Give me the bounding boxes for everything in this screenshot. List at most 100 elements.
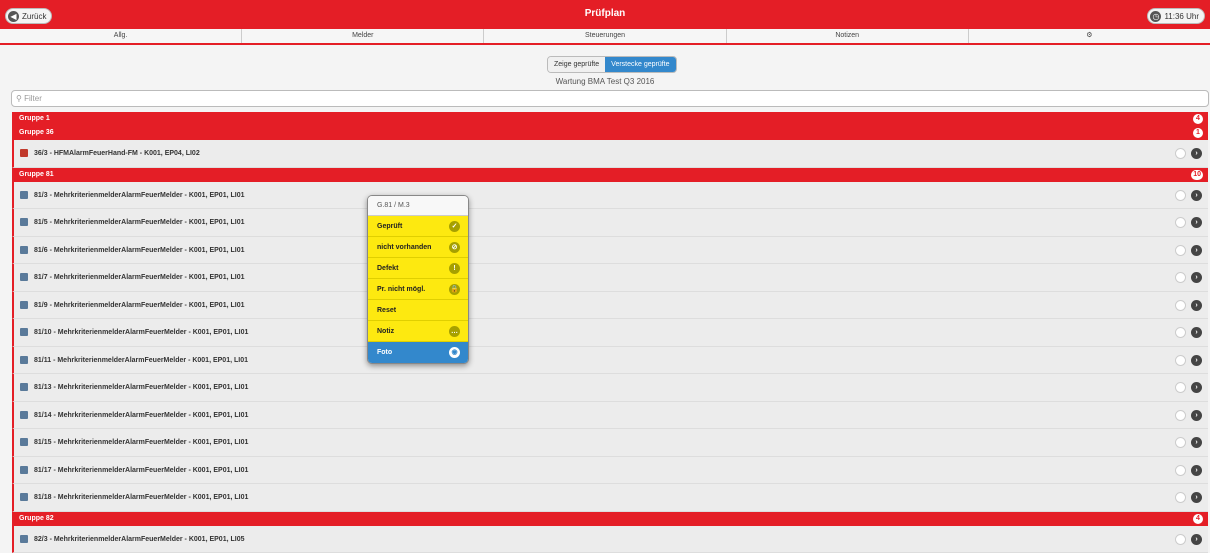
status-radio[interactable] [1175, 533, 1186, 545]
detector-icon [20, 328, 28, 336]
filter-placeholder: Filter [24, 94, 42, 103]
tab-melder[interactable]: Melder [242, 29, 485, 43]
list-item[interactable]: 81/7 - MehrkriterienmelderAlarmFeuerMeld… [12, 264, 1208, 292]
group-count-badge: 1 [1193, 128, 1203, 138]
popup-option[interactable]: Reset [368, 300, 468, 321]
camera-icon: ◉ [449, 347, 460, 358]
status-radio[interactable] [1175, 327, 1186, 338]
chevron-right-icon[interactable]: › [1191, 382, 1202, 393]
chevron-right-icon[interactable]: › [1191, 299, 1202, 311]
item-label: 81/9 - MehrkriterienmelderAlarmFeuerMeld… [34, 301, 245, 309]
group-name: Gruppe 82 [19, 514, 54, 522]
item-label: 81/7 - MehrkriterienmelderAlarmFeuerMeld… [34, 274, 245, 281]
check-icon: ✓ [449, 221, 460, 232]
chevron-right-icon[interactable]: › [1191, 217, 1202, 228]
popup-option[interactable]: Foto ◉ [368, 342, 468, 363]
popup-option[interactable]: Defekt! [368, 258, 468, 279]
hide-checked-button[interactable]: Verstecke geprüfte [605, 57, 676, 72]
clock-icon: ◷ [1150, 10, 1162, 22]
item-label: 81/11 - MehrkriterienmelderAlarmFeuerMel… [34, 356, 248, 364]
group-header[interactable]: Gruppe 81 10 [12, 167, 1208, 182]
group-header[interactable]: Gruppe 36 1 [12, 126, 1208, 140]
group-name: Gruppe 1 [19, 115, 50, 122]
popup-option-label: Reset [377, 307, 397, 314]
tab-bar: Allg. Melder Steuerungen Notizen ⚙ [0, 29, 1210, 45]
status-radio[interactable] [1175, 464, 1186, 476]
chevron-right-icon[interactable]: › [1191, 189, 1202, 201]
item-label: 81/18 - MehrkriterienmelderAlarmFeuerMel… [34, 494, 249, 501]
popup-option-label: Defekt [377, 265, 399, 272]
item-label: 81/3 - MehrkriterienmelderAlarmFeuerMeld… [34, 191, 245, 199]
detector-icon [20, 355, 28, 364]
popup-option[interactable]: Notiz… [368, 321, 468, 342]
chevron-right-icon[interactable]: › [1191, 148, 1202, 159]
detector-icon [20, 493, 28, 501]
show-checked-button[interactable]: Zeige geprüfte [548, 57, 606, 72]
chevron-right-icon[interactable]: › [1191, 492, 1202, 503]
list-item[interactable]: 81/15 - MehrkriterienmelderAlarmFeuerMel… [12, 429, 1208, 457]
item-label: 81/17 - MehrkriterienmelderAlarmFeuerMel… [34, 466, 249, 474]
lock-icon: 🔒 [449, 284, 460, 295]
popup-option-label: Foto [377, 349, 393, 356]
detector-icon [20, 218, 28, 226]
chevron-right-icon[interactable]: › [1191, 409, 1202, 421]
popup-option[interactable]: Pr. nicht mögl. 🔒 [368, 279, 468, 300]
list-item[interactable]: 81/3 - MehrkriterienmelderAlarmFeuerMeld… [12, 181, 1208, 209]
status-radio[interactable] [1175, 217, 1186, 228]
clock-button[interactable]: ◷ 11:36 Uhr [1147, 8, 1205, 24]
status-popup: G.81 / M.3 Geprüft ✓ nicht vorhanden ⊘ Defek… [367, 195, 469, 364]
warning-icon: ! [449, 263, 460, 274]
detector-icon [20, 190, 28, 199]
status-radio[interactable] [1175, 354, 1186, 366]
chevron-right-icon[interactable]: › [1191, 354, 1202, 366]
list-item[interactable]: 81/14 - MehrkriterienmelderAlarmFeuerMel… [12, 401, 1208, 429]
tab-settings[interactable]: ⚙ [969, 29, 1210, 43]
tab-steuerungen[interactable]: Steuerungen [484, 29, 727, 43]
detector-icon [20, 300, 28, 309]
popup-option-label: Geprüft [377, 223, 403, 230]
list-item[interactable]: 81/11 - MehrkriterienmelderAlarmFeuerMel… [12, 346, 1208, 374]
chevron-right-icon[interactable]: › [1191, 533, 1202, 545]
status-radio[interactable] [1175, 272, 1186, 283]
status-radio[interactable] [1175, 244, 1186, 256]
chevron-right-icon[interactable]: › [1191, 327, 1202, 338]
chevron-right-icon[interactable]: › [1191, 437, 1202, 448]
list-item[interactable]: 81/5 - MehrkriterienmelderAlarmFeuerMeld… [12, 209, 1208, 237]
tab-notizen[interactable]: Notizen [727, 29, 969, 43]
status-radio[interactable] [1175, 382, 1186, 393]
popup-option[interactable]: Geprüft ✓ [368, 216, 468, 237]
item-label: 36/3 - HFMAlarmFeuerHand-FM - K001, EP04… [34, 150, 200, 157]
time-label: 11:36 Uhr [1164, 11, 1199, 21]
search-icon: ⚲ [16, 94, 22, 103]
group-count-badge: 4 [1193, 114, 1203, 124]
chevron-right-icon[interactable]: › [1191, 244, 1202, 256]
status-radio[interactable] [1175, 189, 1186, 201]
chevron-right-icon[interactable]: › [1191, 272, 1202, 283]
list-item[interactable]: 81/10 - MehrkriterienmelderAlarmFeuerMel… [12, 319, 1208, 347]
list-item[interactable]: 81/18 - MehrkriterienmelderAlarmFeuerMel… [12, 484, 1208, 512]
popup-option[interactable]: nicht vorhanden ⊘ [368, 237, 468, 258]
list-item[interactable]: 81/6 - MehrkriterienmelderAlarmFeuerMeld… [12, 236, 1208, 264]
item-label: 81/13 - MehrkriterienmelderAlarmFeuerMel… [34, 384, 249, 391]
list-item[interactable]: 82/3 - MehrkriterienmelderAlarmFeuerMeld… [12, 525, 1208, 553]
list-item[interactable]: 81/17 - MehrkriterienmelderAlarmFeuerMel… [12, 456, 1208, 484]
list-item[interactable]: 81/9 - MehrkriterienmelderAlarmFeuerMeld… [12, 291, 1208, 319]
item-label: 81/14 - MehrkriterienmelderAlarmFeuerMel… [34, 411, 249, 419]
group-count-badge: 4 [1193, 513, 1203, 524]
group-header[interactable]: Gruppe 82 4 [12, 511, 1208, 526]
filter-input[interactable]: ⚲ Filter [11, 90, 1209, 107]
list-item[interactable]: 36/3 - HFMAlarmFeuerHand-FM - K001, EP04… [12, 140, 1208, 168]
status-radio[interactable] [1175, 409, 1186, 421]
chevron-right-icon[interactable]: › [1191, 464, 1202, 476]
list-item[interactable]: 81/13 - MehrkriterienmelderAlarmFeuerMel… [12, 374, 1208, 402]
group-header[interactable]: Gruppe 1 4 [12, 112, 1208, 126]
popup-option-label: Pr. nicht mögl. [377, 286, 426, 293]
item-label: 82/3 - MehrkriterienmelderAlarmFeuerMeld… [34, 535, 245, 543]
tab-allg[interactable]: Allg. [0, 29, 243, 43]
checked-toggle: Zeige geprüfte Verstecke geprüfte [547, 56, 677, 73]
group-name: Gruppe 81 [19, 170, 54, 178]
status-radio[interactable] [1175, 492, 1186, 503]
status-radio[interactable] [1175, 299, 1186, 311]
status-radio[interactable] [1175, 148, 1186, 159]
status-radio[interactable] [1175, 437, 1186, 448]
